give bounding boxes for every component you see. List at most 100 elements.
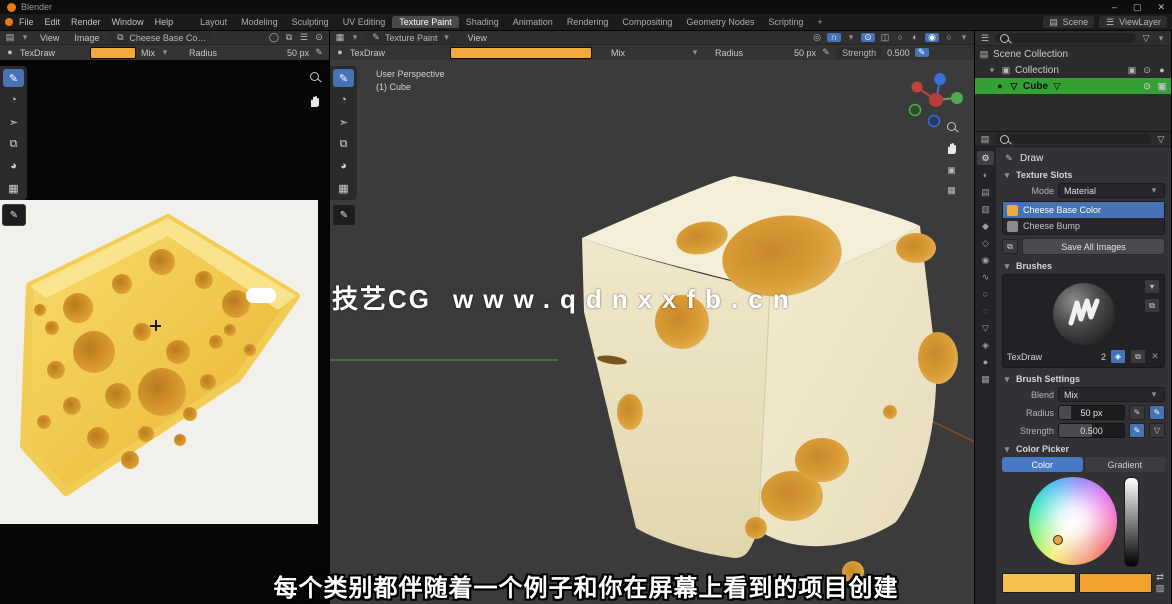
brush-settings-panel-header[interactable]: ▾ Brush Settings	[1002, 374, 1165, 384]
strength-extra-icon[interactable]: ▽	[1149, 423, 1165, 438]
menu-render[interactable]: Render	[66, 16, 106, 28]
brush-thumb-icon[interactable]: ●	[5, 48, 15, 57]
tab-modifiers[interactable]: ∿	[977, 270, 994, 284]
blend-dropdown[interactable]: Mix ▾	[1058, 387, 1165, 402]
color-wheel-cursor[interactable]	[1053, 535, 1063, 545]
properties-search-input[interactable]	[995, 134, 1151, 144]
hide-icon[interactable]: ⊙	[1142, 82, 1152, 91]
tab-texture-paint[interactable]: Texture Paint	[392, 16, 459, 28]
pan-hand-icon[interactable]	[308, 95, 321, 108]
menu-file[interactable]: File	[14, 16, 39, 28]
radius-value[interactable]: 50 px	[287, 48, 309, 58]
tool-annotate[interactable]: ✎	[332, 204, 356, 226]
tool-clone[interactable]: ⧉	[333, 135, 354, 153]
brush-color-swatch[interactable]	[90, 47, 136, 59]
expand-icon[interactable]: ▾	[987, 66, 997, 75]
unlink-icon[interactable]: ✕	[1150, 352, 1160, 361]
filter-icon[interactable]: ▽	[1141, 34, 1151, 43]
viewport-pan-hand-icon[interactable]	[945, 142, 958, 155]
tab-world[interactable]: ◇	[977, 236, 994, 250]
render-visibility-icon[interactable]: ▣	[1127, 66, 1137, 75]
viewport-view-menu[interactable]: View	[463, 32, 492, 44]
brush-name[interactable]: TexDraw	[350, 48, 385, 58]
tool-smear[interactable]: ➣	[3, 113, 24, 131]
brush-users-count[interactable]: 2	[1101, 352, 1106, 362]
render-visibility-icon[interactable]: ▣	[1157, 82, 1167, 91]
tab-texture[interactable]: ▦	[977, 372, 994, 386]
mode-selector[interactable]: ✎ Texture Paint ▾	[365, 32, 458, 44]
options-icon[interactable]: ⊙	[314, 33, 324, 42]
editor-type-icon[interactable]: ▤	[5, 33, 15, 42]
tool-draw[interactable]: ✎	[333, 69, 354, 87]
tab-scene[interactable]: ◆	[977, 219, 994, 233]
maximize-button[interactable]: ▢	[1133, 2, 1142, 13]
radius-pressure-icon[interactable]: ✎	[1129, 405, 1145, 420]
tool-fill[interactable]: ◕	[333, 157, 354, 175]
tool-mask[interactable]: ▦	[333, 179, 354, 197]
outliner-row-cube[interactable]: ● ▽ Cube ▽ ⊙ ▣	[975, 78, 1171, 94]
slot-bump[interactable]: Cheese Bump	[1003, 218, 1164, 234]
brushes-panel-header[interactable]: ▾ Brushes	[1002, 261, 1165, 271]
color-tab[interactable]: Color	[1002, 457, 1083, 472]
navigation-gizmo[interactable]	[904, 68, 968, 132]
tool-soften[interactable]: ◔	[333, 91, 354, 109]
tab-compositing[interactable]: Compositing	[615, 16, 679, 28]
strength-slider[interactable]: 0.500	[1058, 423, 1125, 438]
properties-editor-icon[interactable]: ▤	[980, 135, 990, 144]
shading-solid-icon[interactable]: ◐	[910, 33, 920, 42]
view-layer-selector[interactable]: ☰ ViewLayer	[1099, 16, 1167, 28]
tab-shading[interactable]: Shading	[459, 16, 506, 28]
image-view-menu[interactable]: View	[35, 32, 64, 44]
brush-name[interactable]: TexDraw	[20, 48, 55, 58]
selectability-icon[interactable]: ●	[1157, 66, 1167, 75]
overlays-icon[interactable]: ◫	[880, 33, 890, 42]
mode-dropdown[interactable]: Material ▾	[1058, 183, 1165, 198]
slot-base-color[interactable]: Cheese Base Color	[1003, 202, 1164, 218]
close-button[interactable]: ✕	[1157, 2, 1165, 13]
blend-mode[interactable]: Mix	[141, 48, 155, 58]
viewport-zoom-icon[interactable]	[947, 122, 956, 131]
add-workspace-button[interactable]: +	[810, 16, 829, 28]
outliner-search-input[interactable]	[995, 33, 1136, 43]
tab-object-data[interactable]: ◈	[977, 338, 994, 352]
image-datablock-selector[interactable]: ⧉ Cheese Base Color	[109, 32, 213, 44]
duplicate-icon[interactable]: ⧉	[1130, 349, 1146, 364]
filter-icon[interactable]: ▽	[1156, 135, 1166, 144]
tool-draw[interactable]: ✎	[3, 69, 24, 87]
minimize-button[interactable]: –	[1112, 2, 1117, 13]
proportional-edit-icon[interactable]: ⊙	[861, 33, 875, 42]
outliner-row-collection[interactable]: ▾ ▣ Collection ▣ ⊙ ●	[975, 62, 1171, 78]
tab-render[interactable]: ◐	[977, 168, 994, 182]
tool-soften[interactable]: ◔	[3, 91, 24, 109]
menu-help[interactable]: Help	[150, 16, 179, 28]
image-image-menu[interactable]: Image	[69, 32, 104, 44]
brush-preview[interactable]: ▾ ⧉ TexDraw 2 ◈ ⧉ ✕	[1002, 274, 1165, 368]
menu-window[interactable]: Window	[107, 16, 149, 28]
menu-edit[interactable]: Edit	[40, 16, 66, 28]
slots-icon[interactable]: ☰	[299, 33, 309, 42]
tool-fill[interactable]: ◕	[3, 157, 24, 175]
mask-mode-icon[interactable]: ◯	[269, 33, 279, 42]
strength-value[interactable]: 0.500	[887, 48, 910, 58]
brush-color-swatch[interactable]	[450, 47, 592, 59]
browse-brush-icon[interactable]: ▾	[1144, 279, 1160, 294]
brush-image-icon[interactable]: ⧉	[1144, 298, 1160, 313]
tab-scripting[interactable]: Scripting	[761, 16, 810, 28]
radius-unit-icon[interactable]: ✎	[1149, 405, 1165, 420]
tool-clone[interactable]: ⧉	[3, 135, 24, 153]
tab-modeling[interactable]: Modeling	[234, 16, 285, 28]
radius-slider[interactable]: 50 px	[1058, 405, 1125, 420]
tab-geometry-nodes[interactable]: Geometry Nodes	[679, 16, 761, 28]
blender-menu-icon[interactable]	[5, 18, 13, 26]
strength-pressure-icon[interactable]: ✎	[1129, 423, 1145, 438]
strength-slider[interactable]: Strength	[836, 47, 882, 59]
blend-mode[interactable]: Mix	[611, 48, 625, 58]
tab-object[interactable]: ◉	[977, 253, 994, 267]
blend-dropdown-icon[interactable]: ▾	[160, 48, 170, 57]
pivot-icon[interactable]: ◎	[812, 33, 822, 42]
tool-smear[interactable]: ➣	[333, 113, 354, 131]
texture-slots-panel-header[interactable]: ▾ Texture Slots	[1002, 170, 1165, 180]
tab-uv-editing[interactable]: UV Editing	[336, 16, 393, 28]
fake-user-shield-icon[interactable]: ◈	[1110, 349, 1126, 364]
tool-mask[interactable]: ▦	[3, 179, 24, 197]
